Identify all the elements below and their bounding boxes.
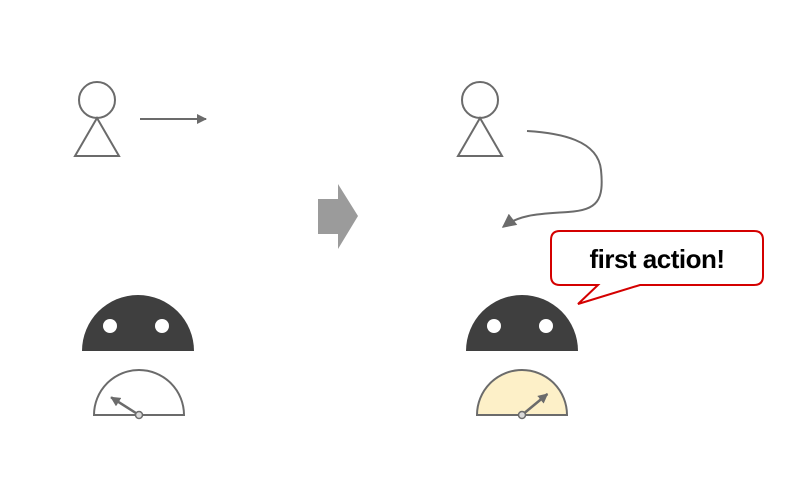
gauge-pivot [517, 410, 527, 420]
right-block-arrow-icon [318, 184, 358, 249]
person-icon [456, 81, 504, 157]
gauge-icon [475, 369, 569, 420]
gauge-icon [92, 369, 186, 420]
gauge-dial [475, 369, 569, 416]
gauge-dial [92, 369, 186, 416]
diagram-canvas: first action! [73, 81, 764, 420]
curved-action-arrow [501, 130, 603, 228]
robot-head-icon [82, 295, 194, 351]
scene-after: first action! [456, 81, 764, 420]
speech-callout: first action! [550, 230, 764, 305]
callout-text: first action! [589, 244, 724, 274]
gauge-pivot [134, 410, 144, 420]
scene-before [73, 81, 207, 420]
person-icon [73, 81, 121, 157]
robot-head-icon [466, 295, 578, 351]
